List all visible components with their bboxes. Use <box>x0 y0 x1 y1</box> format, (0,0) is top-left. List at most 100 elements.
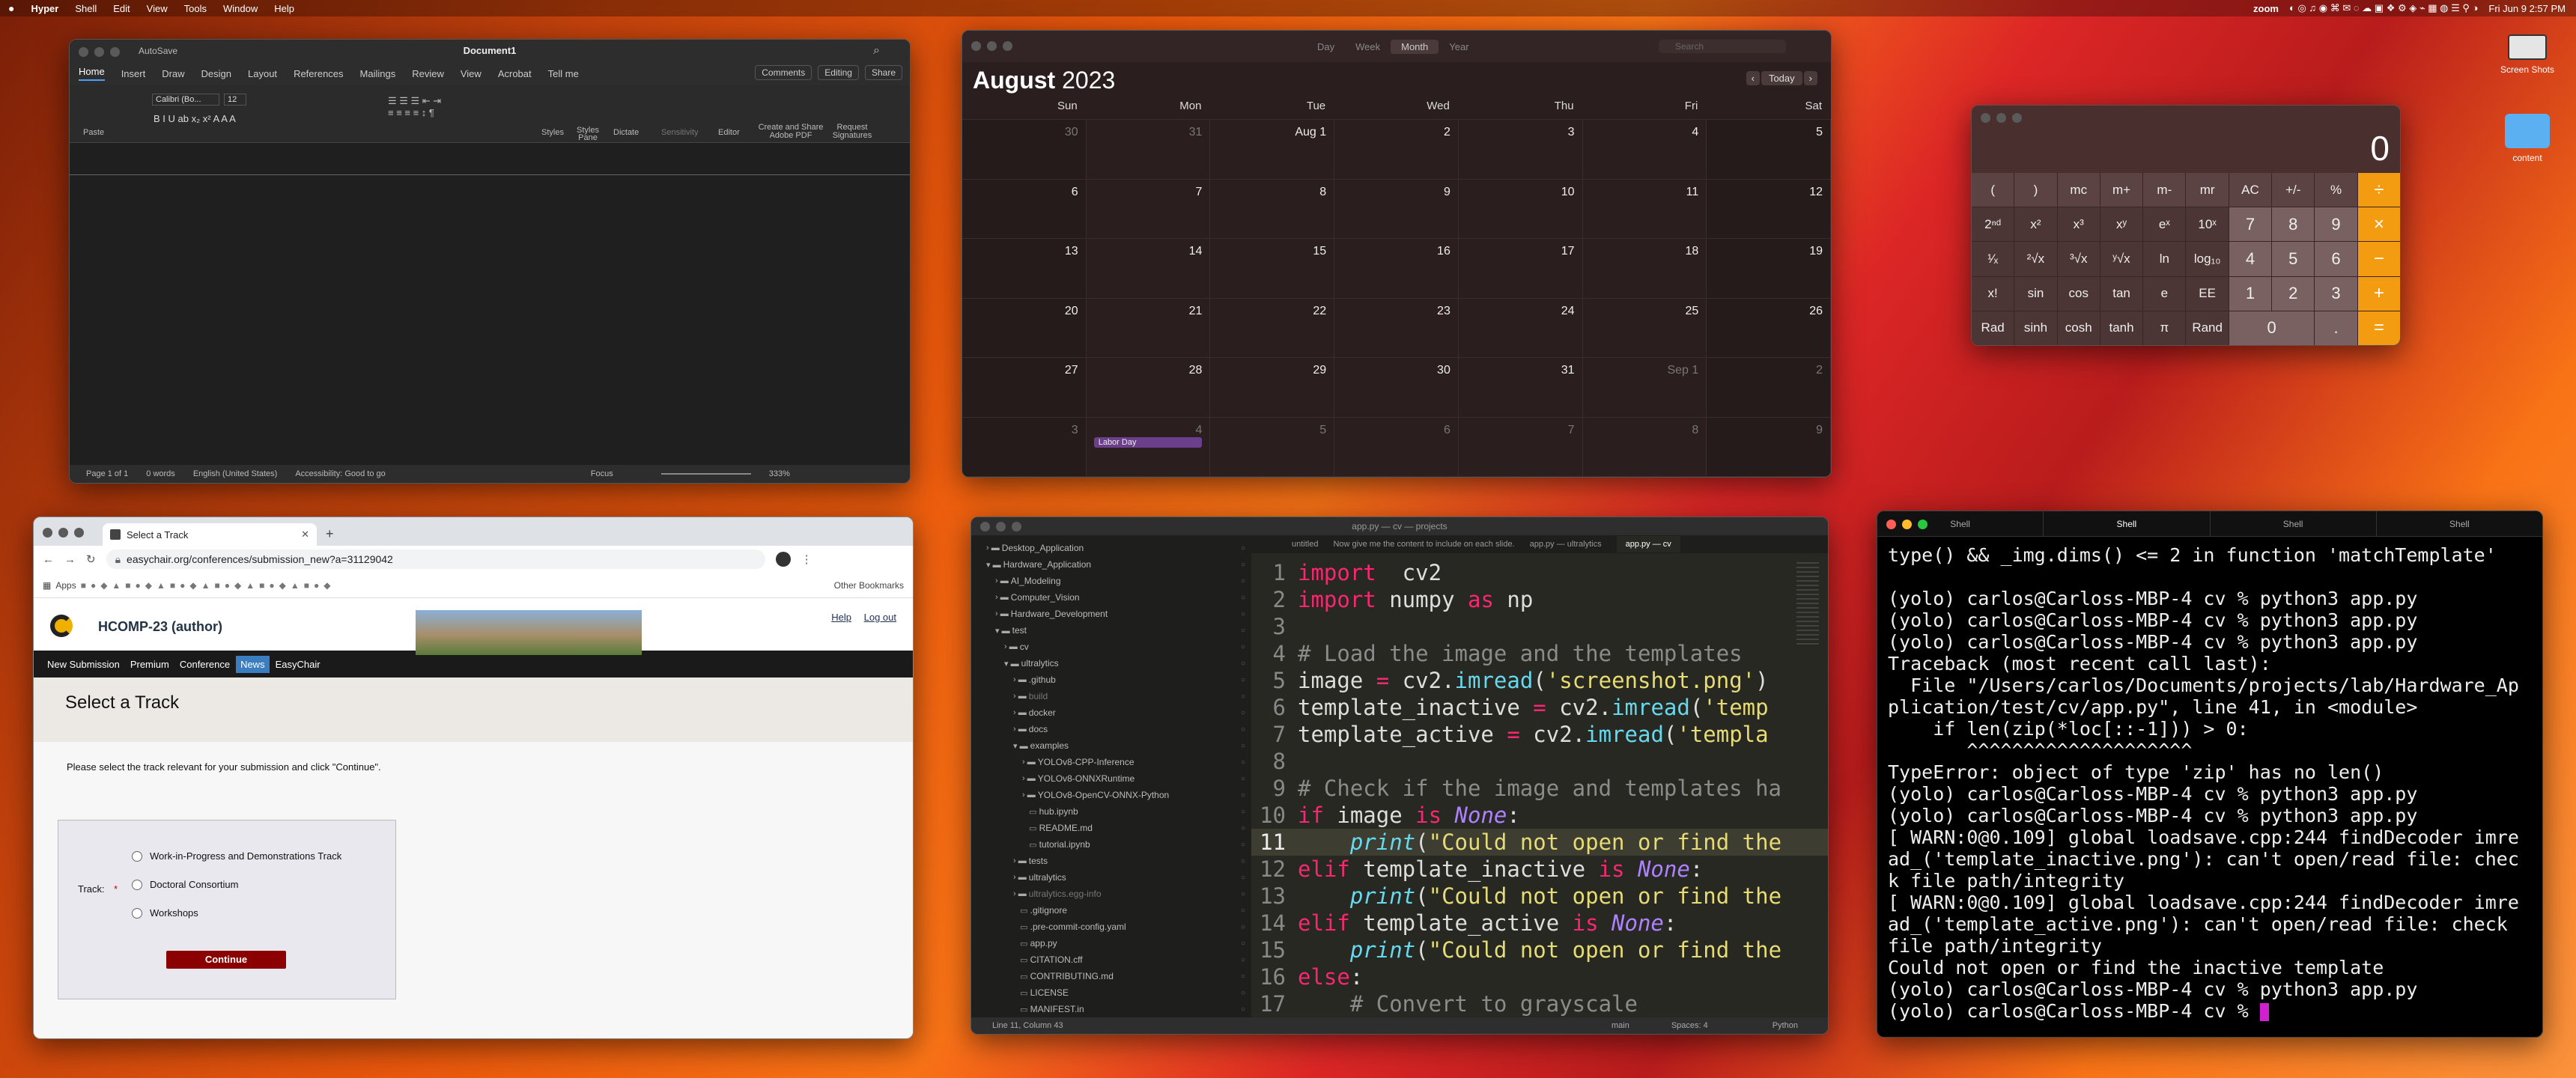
calendar-day[interactable]: 26 <box>1707 298 1831 358</box>
nav-new-submission[interactable]: New Submission <box>43 656 124 673</box>
calc-key[interactable]: sinh <box>2014 311 2057 345</box>
editor-tab[interactable]: Now give me the content to include on ea… <box>1333 540 1514 549</box>
calc-key[interactable]: cosh <box>2057 311 2100 345</box>
calendar-day[interactable]: 25 <box>1582 298 1707 358</box>
search-icon[interactable]: ⌕ <box>873 44 880 58</box>
terminal-tab[interactable]: Shell <box>1877 511 2043 537</box>
terminal-tab-active[interactable]: Shell <box>2043 511 2209 537</box>
calc-key[interactable]: eˣ <box>2143 207 2186 242</box>
calc-key[interactable]: m+ <box>2100 173 2143 207</box>
calendar-day[interactable]: 21 <box>1086 298 1211 358</box>
view-month[interactable]: Month <box>1391 40 1439 54</box>
browser-tab[interactable]: Select a Track ✕ <box>103 523 317 546</box>
tree-item[interactable]: ▭ .pre-commit-config.yaml ○ <box>971 919 1251 935</box>
calendar-day[interactable]: 6 <box>962 179 1087 239</box>
tree-item[interactable]: ▭ README.md ○ <box>971 820 1251 836</box>
calendar-day[interactable]: 3 <box>962 417 1087 477</box>
window-controls[interactable] <box>43 528 84 538</box>
calc-key[interactable]: . <box>2315 311 2357 345</box>
tab-insert[interactable]: Insert <box>121 68 146 79</box>
menu-icon[interactable]: ⋮ <box>801 552 812 566</box>
calendar-day[interactable]: 2 <box>1707 358 1831 418</box>
tab-tell-me[interactable]: Tell me <box>548 68 579 79</box>
calc-key[interactable]: % <box>2315 173 2357 207</box>
calendar-day[interactable]: 13 <box>962 239 1087 299</box>
tree-item[interactable]: › ▬ cv ○ <box>971 639 1251 655</box>
calendar-day[interactable]: 23 <box>1334 298 1459 358</box>
profile-avatar[interactable] <box>775 552 791 567</box>
zoom-status-item[interactable]: zoom <box>2253 3 2279 14</box>
calendar-day[interactable]: 6 <box>1334 417 1459 477</box>
tab-references[interactable]: References <box>294 68 343 79</box>
calendar-day[interactable]: 16 <box>1334 239 1459 299</box>
zoom-slider[interactable] <box>660 473 751 475</box>
tree-item[interactable]: › ▬ AI_Modeling ○ <box>971 573 1251 589</box>
minimap[interactable] <box>1796 562 1819 645</box>
calendar-event[interactable]: Labor Day <box>1093 436 1203 448</box>
calc-key[interactable]: 7 <box>2229 207 2272 242</box>
editor-tab[interactable]: app.py — ultralytics <box>1530 540 1602 549</box>
calendar-day[interactable]: 8 <box>1210 179 1335 239</box>
calc-key[interactable]: AC <box>2229 173 2272 207</box>
calendar-day[interactable]: 31 <box>1458 358 1583 418</box>
calendar-day[interactable]: 30 <box>1334 358 1459 418</box>
calendar-day[interactable]: 2 <box>1334 120 1459 180</box>
share-button[interactable]: Share <box>864 65 902 80</box>
styles-button[interactable]: Styles <box>541 128 564 137</box>
tab-design[interactable]: Design <box>201 68 231 79</box>
document-canvas[interactable] <box>70 144 910 465</box>
calc-key[interactable]: e <box>2143 276 2186 311</box>
logout-link[interactable]: Log out <box>864 612 896 623</box>
calc-key[interactable]: EE <box>2186 276 2229 311</box>
word-count[interactable]: 0 words <box>146 469 175 478</box>
calc-key[interactable]: 4 <box>2229 242 2272 276</box>
calendar-day[interactable]: 15 <box>1210 239 1335 299</box>
calendar-search[interactable]: Search <box>1659 40 1786 53</box>
view-day[interactable]: Day <box>1307 40 1345 54</box>
calc-key[interactable]: mc <box>2057 173 2100 207</box>
calc-key[interactable]: π <box>2143 311 2186 345</box>
tree-item[interactable]: › ▬ Computer_Vision ○ <box>971 589 1251 606</box>
calendar-day[interactable]: 20 <box>962 298 1087 358</box>
terminal-output[interactable]: type() && _img.dims() <= 2 in function '… <box>1888 544 2532 1037</box>
calc-key[interactable]: x! <box>1972 276 2014 311</box>
calendar-day[interactable]: 19 <box>1707 239 1831 299</box>
calc-key[interactable]: = <box>2357 311 2400 345</box>
indentation[interactable]: Spaces: 4 <box>1671 1021 1708 1030</box>
continue-button[interactable]: Continue <box>166 951 286 969</box>
calc-key[interactable]: 1 <box>2229 276 2272 311</box>
tab-layout[interactable]: Layout <box>248 68 277 79</box>
tree-item[interactable]: ▭ LICENSE ○ <box>971 984 1251 1001</box>
calendar-day[interactable]: 12 <box>1707 179 1831 239</box>
nav-easychair[interactable]: EasyChair <box>271 656 325 673</box>
create-pdf-button[interactable]: Create and Share Adobe PDF <box>755 124 827 140</box>
calc-key[interactable]: 8 <box>2272 207 2315 242</box>
font-name-select[interactable]: Calibri (Bo... <box>152 94 219 106</box>
calc-key[interactable]: x³ <box>2057 207 2100 242</box>
tree-item[interactable]: › ▬ Desktop_Application ○ <box>971 540 1251 556</box>
sensitivity-button[interactable]: Sensitivity <box>661 128 699 137</box>
calc-key[interactable]: Rad <box>1972 311 2014 345</box>
apple-icon[interactable]: ● <box>0 2 22 14</box>
tab-view[interactable]: View <box>461 68 482 79</box>
paragraph-buttons[interactable]: ☰ ☰ ☰ ⇤ ⇥ ≡ ≡ ≡ ≡ ↕ ¶ <box>388 95 441 118</box>
radio-button[interactable] <box>132 879 142 890</box>
calendar-day[interactable]: 28 <box>1086 358 1211 418</box>
desktop-icon-content[interactable]: content <box>2486 114 2569 163</box>
tree-item[interactable]: ▭ hub.ipynb ○ <box>971 803 1251 820</box>
calc-key[interactable]: ÷ <box>2357 173 2400 207</box>
tree-item[interactable]: › ▬ docker ○ <box>971 704 1251 721</box>
calc-key[interactable]: 2ⁿᵈ <box>1972 207 2014 242</box>
font-size-select[interactable]: 12 <box>224 94 246 106</box>
tree-item[interactable]: › ▬ .github ○ <box>971 672 1251 688</box>
menu-edit[interactable]: Edit <box>105 3 138 14</box>
calendar-day[interactable]: 18 <box>1582 239 1707 299</box>
calc-key[interactable]: 10ˣ <box>2186 207 2229 242</box>
calendar-day[interactable]: 4 Labor Day <box>1086 417 1211 477</box>
editing-button[interactable]: Editing <box>818 65 859 80</box>
calc-key[interactable]: Rand <box>2186 311 2229 345</box>
radio-button[interactable] <box>132 850 142 862</box>
calc-key[interactable]: ʸ√x <box>2100 242 2143 276</box>
calendar-day[interactable]: Aug 1 <box>1210 120 1335 180</box>
next-month-button[interactable]: › <box>1803 71 1817 85</box>
